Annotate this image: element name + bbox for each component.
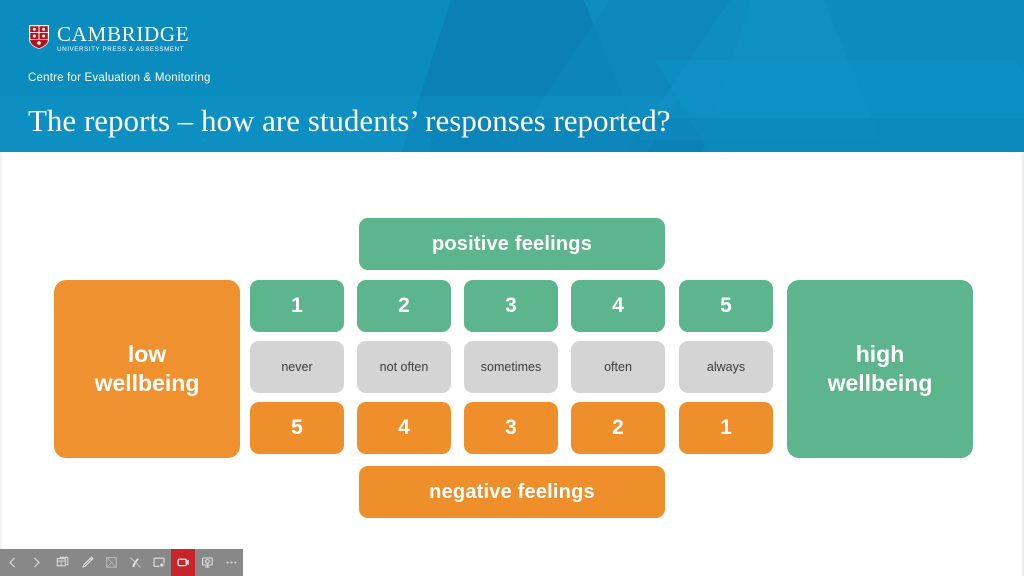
slide-right-edge: [1020, 152, 1024, 576]
pen-icon: [81, 556, 94, 568]
frequency-label-cell: never: [250, 341, 344, 393]
presentation-slide: CAMBRIDGE UNIVERSITY PRESS & ASSESSMENT …: [0, 0, 1024, 576]
brand-wordmark: CAMBRIDGE: [57, 22, 190, 46]
negative-score-cell: 3: [464, 402, 558, 454]
wellbeing-scale-diagram: positive feelings negative feelings low …: [0, 152, 1024, 552]
wordmark-wrap: CAMBRIDGE UNIVERSITY PRESS & ASSESSMENT: [57, 24, 189, 53]
previous-slide-button[interactable]: [0, 549, 24, 576]
positive-score-cell: 1: [250, 280, 344, 332]
positive-feelings-band: positive feelings: [359, 218, 665, 270]
logo-row: CAMBRIDGE UNIVERSITY PRESS & ASSESSMENT: [28, 24, 211, 53]
positive-score-cell: 4: [571, 280, 665, 332]
low-wellbeing-line1: low: [127, 341, 167, 368]
frequency-label-cell: often: [571, 341, 665, 393]
more-options-button[interactable]: [219, 549, 243, 576]
present-screen-icon: [201, 557, 213, 568]
frequency-label-cell: always: [679, 341, 773, 393]
next-slide-button[interactable]: [24, 549, 48, 576]
grid-slides-icon: [56, 556, 69, 566]
negative-score-cell: 4: [357, 402, 451, 454]
brand-wordmark-sub: UNIVERSITY PRESS & ASSESSMENT: [57, 46, 185, 53]
positive-score-cell: 5: [679, 280, 773, 332]
frequency-label-cell: sometimes: [464, 341, 558, 393]
highlighter-button[interactable]: [99, 549, 123, 576]
subtitles-icon: [152, 557, 165, 568]
presentation-toolbar: [0, 549, 243, 576]
slide-left-edge: [0, 152, 3, 576]
high-wellbeing-endcap: high wellbeing: [787, 280, 973, 458]
low-wellbeing-endcap: low wellbeing: [54, 280, 240, 458]
stop-recording-button[interactable]: [171, 549, 195, 576]
centre-name-line: Centre for Evaluation & Monitoring: [28, 72, 211, 85]
low-wellbeing-text: low wellbeing: [95, 340, 200, 398]
negative-score-cell: 5: [250, 402, 344, 454]
high-wellbeing-text: high wellbeing: [828, 340, 933, 398]
negative-score-cell: 2: [571, 402, 665, 454]
all-slides-button[interactable]: [51, 549, 75, 576]
page-title: The reports – how are students’ response…: [28, 103, 671, 138]
highlighter-icon: [105, 557, 117, 568]
high-wellbeing-line1: high: [855, 341, 905, 368]
eraser-icon: [129, 557, 141, 568]
positive-score-cell: 2: [357, 280, 451, 332]
pen-button[interactable]: [75, 549, 99, 576]
cambridge-crest-icon: [29, 25, 49, 49]
high-wellbeing-line2: wellbeing: [827, 370, 933, 396]
ellipsis-icon: [226, 561, 236, 564]
chevron-right-icon: [33, 557, 40, 568]
cambridge-logo: CAMBRIDGE UNIVERSITY PRESS & ASSESSMENT …: [28, 24, 211, 85]
positive-score-cell: 3: [464, 280, 558, 332]
subtitles-button[interactable]: [147, 549, 171, 576]
negative-feelings-band: negative feelings: [359, 466, 665, 518]
low-wellbeing-line2: wellbeing: [94, 370, 200, 396]
negative-score-cell: 1: [679, 402, 773, 454]
present-button[interactable]: [195, 549, 219, 576]
frequency-label-cell: not often: [357, 341, 451, 393]
record-stop-icon: [177, 558, 189, 567]
eraser-button[interactable]: [123, 549, 147, 576]
chevron-left-icon: [8, 557, 15, 568]
